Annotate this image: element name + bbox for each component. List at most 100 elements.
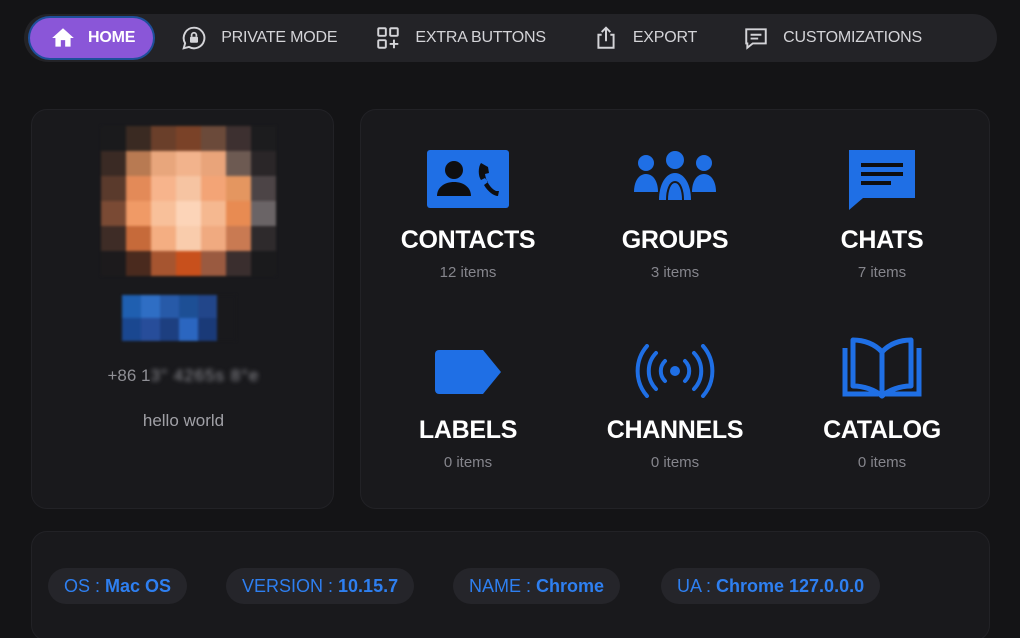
avatar-pixel (251, 151, 276, 176)
avatar-pixel (201, 251, 226, 276)
nav-extra-buttons-button[interactable]: EXTRA BUTTONS (375, 18, 546, 58)
stat-catalog-title: CATALOG (823, 416, 941, 444)
avatar-pixel (151, 151, 176, 176)
name-pixel (198, 318, 217, 341)
avatar-pixel (201, 126, 226, 151)
info-os-value: Mac OS (105, 575, 172, 596)
broadcast-icon (635, 344, 715, 398)
info-os-pill: OS : Mac OS (48, 568, 188, 604)
avatar-pixel (251, 251, 276, 276)
private-chat-lock-icon (182, 26, 206, 50)
avatar-pixel (201, 226, 226, 251)
avatar-pixel (151, 176, 176, 201)
avatar-pixel (226, 251, 251, 276)
info-version-key: VERSION : (242, 575, 334, 596)
phone-prefix: +86 1 (107, 366, 151, 385)
avatar-pixel (226, 201, 251, 226)
stat-groups[interactable]: GROUPS 3 items (570, 150, 780, 290)
nav-home-label: HOME (88, 29, 136, 46)
open-book-icon (842, 337, 922, 399)
avatar-pixel (151, 226, 176, 251)
avatar-pixel (151, 201, 176, 226)
stat-contacts-count: 12 items (439, 264, 497, 281)
contact-card-icon (427, 150, 509, 208)
info-version-value: 10.15.7 (338, 575, 399, 596)
avatar-pixel (101, 201, 126, 226)
grid-plus-icon (377, 27, 400, 49)
stat-groups-title: GROUPS (621, 226, 729, 254)
nav-home-button[interactable]: HOME (30, 18, 154, 58)
avatar-pixel (101, 176, 126, 201)
stat-chats[interactable]: CHATS 7 items (777, 150, 987, 290)
name-pixel (141, 295, 160, 318)
stat-labels-title: LABELS (418, 416, 518, 444)
avatar-pixel (176, 226, 201, 251)
name-pixel (160, 318, 179, 341)
profile-card: +86 13" 4265s 8°e hello world (31, 109, 334, 509)
avatar-pixel (126, 151, 151, 176)
avatar-pixel (176, 126, 201, 151)
name-pixel (217, 295, 236, 318)
avatar-pixel (151, 126, 176, 151)
avatar-pixel (101, 251, 126, 276)
chat-bubble-icon (849, 150, 915, 210)
avatar-pixel (251, 201, 276, 226)
avatar-pixel (226, 176, 251, 201)
info-ua-key: UA : (677, 575, 712, 596)
phone-redacted: 3" 4265s 8°e (150, 366, 260, 385)
profile-status: hello world (142, 411, 225, 430)
stat-chats-title: CHATS (840, 226, 924, 254)
device-info-bar: OS : Mac OS VERSION : 10.15.7 NAME : Chr… (31, 531, 990, 638)
top-navigation: HOME PRIVATE MODE EXTRA BUTTONS EXPORT C… (24, 14, 997, 62)
info-name-value: Chrome (536, 575, 605, 596)
avatar-pixel (126, 176, 151, 201)
avatar-pixel (126, 126, 151, 151)
avatar[interactable] (101, 126, 276, 276)
customize-message-icon (745, 28, 767, 50)
avatar-pixel (251, 126, 276, 151)
stat-contacts[interactable]: CONTACTS 12 items (363, 150, 573, 290)
avatar-pixel (226, 226, 251, 251)
nav-private-mode-label: PRIVATE MODE (221, 29, 338, 46)
nav-export-label: EXPORT (632, 29, 698, 46)
avatar-pixel (151, 251, 176, 276)
stat-contacts-title: CONTACTS (400, 226, 536, 254)
avatar-pixel (201, 176, 226, 201)
name-pixel (122, 295, 141, 318)
nav-private-mode-button[interactable]: PRIVATE MODE (181, 18, 338, 58)
avatar-pixel (251, 226, 276, 251)
app-page: HOME PRIVATE MODE EXTRA BUTTONS EXPORT C… (0, 0, 1020, 638)
name-pixel (179, 295, 198, 318)
name-pixel (179, 318, 198, 341)
stat-groups-count: 3 items (650, 264, 700, 281)
avatar-pixel (101, 226, 126, 251)
name-pixel (198, 295, 217, 318)
name-pixel (160, 295, 179, 318)
nav-export-button[interactable]: EXPORT (593, 18, 697, 58)
nav-customizations-label: CUSTOMIZATIONS (783, 29, 922, 46)
avatar-pixel (176, 251, 201, 276)
label-tag-icon (435, 350, 501, 394)
avatar-pixel (176, 176, 201, 201)
people-group-icon (634, 151, 716, 201)
avatar-pixel (251, 176, 276, 201)
stat-catalog-count: 0 items (857, 454, 907, 471)
profile-name-redacted (122, 295, 236, 341)
avatar-pixel (226, 151, 251, 176)
stat-labels-count: 0 items (443, 454, 493, 471)
export-share-icon (597, 26, 615, 49)
stat-catalog[interactable]: CATALOG 0 items (777, 336, 987, 486)
info-name-pill: NAME : Chrome (453, 568, 621, 604)
nav-extra-buttons-label: EXTRA BUTTONS (415, 29, 546, 46)
info-version-pill: VERSION : 10.15.7 (226, 568, 415, 604)
info-name-key: NAME : (469, 575, 532, 596)
stat-channels-title: CHANNELS (606, 416, 744, 444)
home-icon (52, 28, 74, 47)
stats-card: CONTACTS 12 items GROUPS 3 items CHATS 7… (360, 109, 990, 509)
phone-number: +86 13" 4265s 8°e (32, 366, 335, 386)
stat-channels[interactable]: CHANNELS 0 items (570, 344, 780, 486)
stat-labels[interactable]: LABELS 0 items (363, 346, 573, 486)
nav-customizations-button[interactable]: CUSTOMIZATIONS (743, 18, 922, 58)
avatar-pixel (176, 201, 201, 226)
name-pixel (141, 318, 160, 341)
